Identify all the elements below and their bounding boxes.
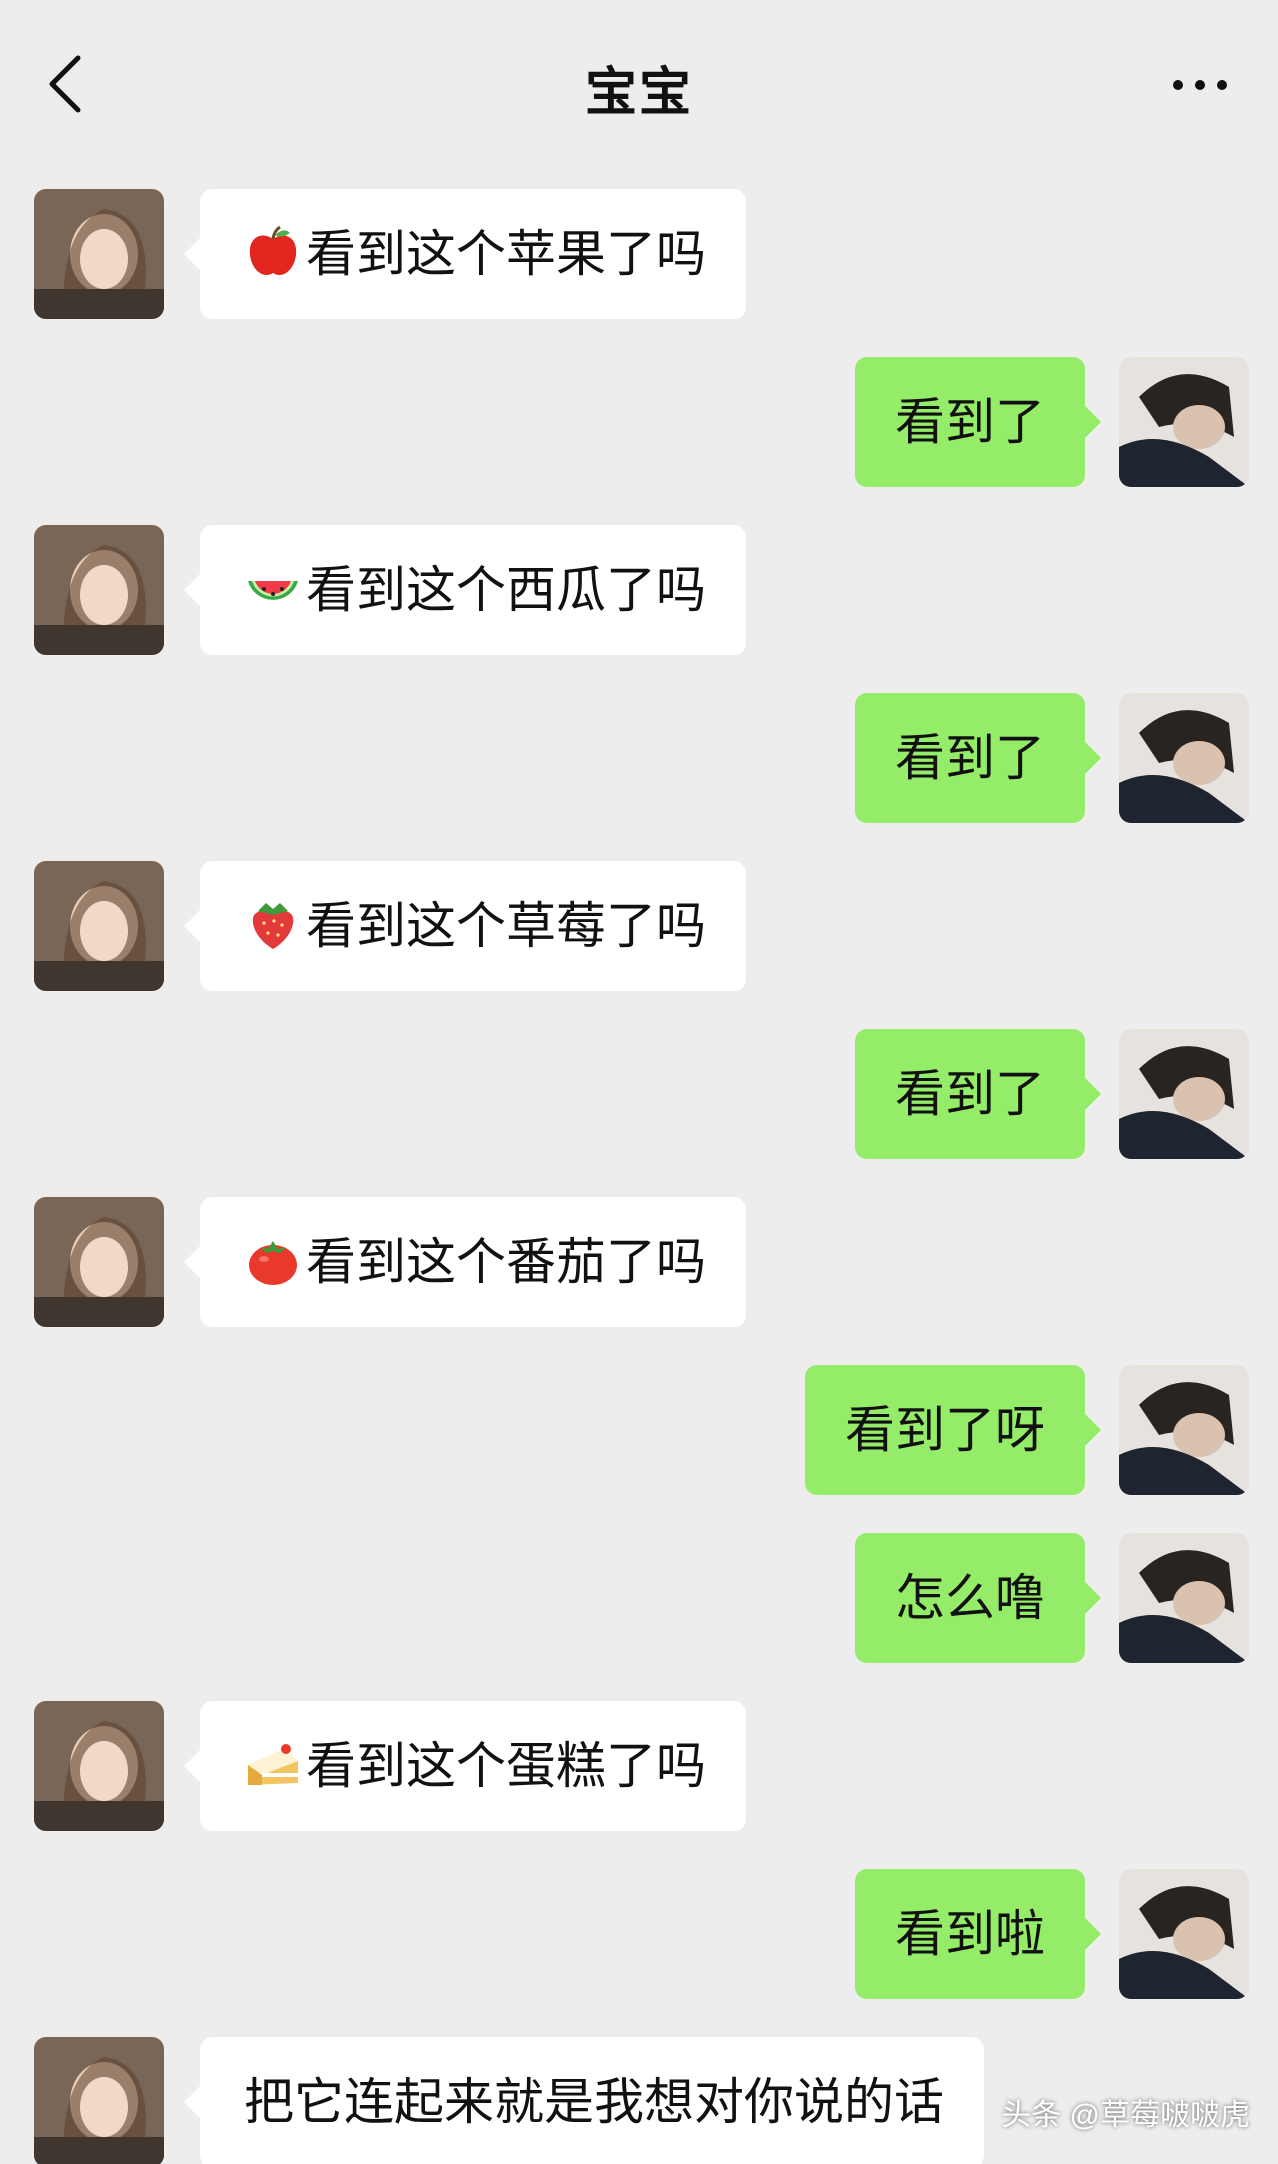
strawberry-emoji-icon: [252, 903, 294, 949]
received-message-bubble[interactable]: 看到这个西瓜了吗: [184, 525, 746, 655]
received-message-bubble[interactable]: 看到这个番茄了吗: [184, 1197, 746, 1327]
sent-message-bubble[interactable]: 看到啦: [855, 1869, 1101, 1999]
contact-avatar[interactable]: [34, 1701, 164, 1831]
message-row: 看到了呀: [0, 1365, 1278, 1495]
sent-message-bubble[interactable]: 怎么噜: [855, 1533, 1101, 1663]
message-row: 看到这个西瓜了吗: [0, 525, 1278, 655]
received-message-bubble[interactable]: 看到这个蛋糕了吗: [184, 1701, 746, 1831]
ellipsis-icon[interactable]: [1168, 70, 1232, 100]
message-row: 看到这个蛋糕了吗: [0, 1701, 1278, 1831]
message-row: 看到这个草莓了吗: [0, 861, 1278, 991]
contact-avatar[interactable]: [34, 2037, 164, 2164]
user-avatar[interactable]: [1119, 693, 1249, 823]
nav-bar: 宝宝: [0, 0, 1278, 170]
message-text: 看到了呀: [845, 1401, 1045, 1459]
chat-title: 宝宝: [584, 63, 693, 123]
message-row: 看到了: [0, 357, 1278, 487]
watermark: 头条 @草莓啵啵虎: [1001, 2099, 1250, 2132]
received-message-bubble[interactable]: 看到这个苹果了吗: [184, 189, 746, 319]
received-message-bubble[interactable]: 把它连起来就是我想对你说的话: [184, 2037, 984, 2164]
message-text: 看到这个草莓了吗: [306, 897, 706, 955]
message-row: 看到啦: [0, 1869, 1278, 1999]
sent-message-bubble[interactable]: 看到了: [855, 693, 1101, 823]
sent-message-bubble[interactable]: 看到了呀: [805, 1365, 1101, 1495]
sent-message-bubble[interactable]: 看到了: [855, 1029, 1101, 1159]
contact-avatar[interactable]: [34, 189, 164, 319]
message-row: 看到这个番茄了吗: [0, 1197, 1278, 1327]
tomato-emoji-icon: [249, 1241, 297, 1285]
message-row: 看到了: [0, 1029, 1278, 1159]
message-text: 看到了: [895, 1065, 1045, 1123]
message-text: 看到这个蛋糕了吗: [306, 1737, 706, 1795]
user-avatar[interactable]: [1119, 357, 1249, 487]
message-text: 看到了: [895, 729, 1045, 787]
message-text: 看到这个苹果了吗: [306, 225, 706, 283]
message-row: 看到这个苹果了吗: [0, 189, 1278, 319]
message-text: 把它连起来就是我想对你说的话: [244, 2073, 944, 2131]
contact-avatar[interactable]: [34, 1197, 164, 1327]
message-text: 看到这个番茄了吗: [306, 1233, 706, 1291]
user-avatar[interactable]: [1119, 1029, 1249, 1159]
watermelon-emoji-icon: [248, 581, 298, 600]
message-text: 看到了: [895, 393, 1045, 451]
received-message-bubble[interactable]: 看到这个草莓了吗: [184, 861, 746, 991]
user-avatar[interactable]: [1119, 1365, 1249, 1495]
contact-avatar[interactable]: [34, 525, 164, 655]
user-avatar[interactable]: [1119, 1869, 1249, 1999]
sent-message-bubble[interactable]: 看到了: [855, 357, 1101, 487]
contact-avatar[interactable]: [34, 861, 164, 991]
user-avatar[interactable]: [1119, 1533, 1249, 1663]
message-text: 怎么噜: [895, 1569, 1045, 1627]
message-text: 看到啦: [895, 1905, 1045, 1963]
cake-emoji-icon: [248, 1744, 298, 1785]
message-row: 看到了: [0, 693, 1278, 823]
message-row: 怎么噜: [0, 1533, 1278, 1663]
apple-emoji-icon: [249, 225, 297, 275]
message-text: 看到这个西瓜了吗: [306, 561, 706, 619]
